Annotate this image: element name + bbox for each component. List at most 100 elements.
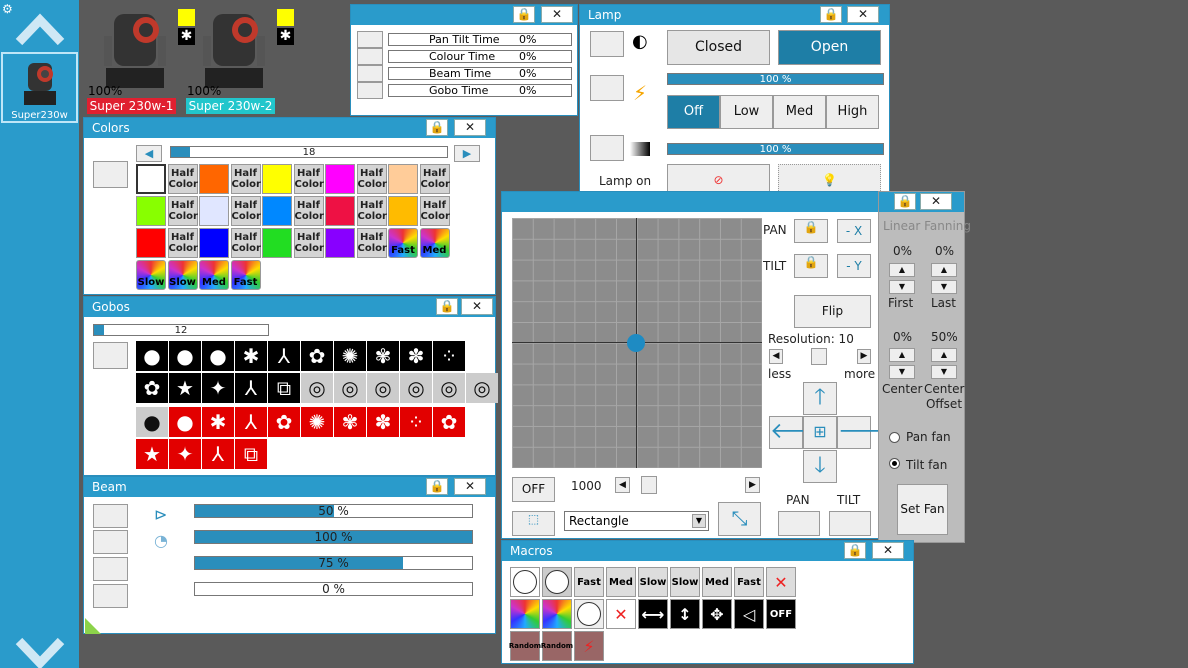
- direction-button[interactable]: ⤡: [718, 502, 761, 536]
- tilt-input[interactable]: [829, 511, 871, 536]
- time-row[interactable]: Beam Time 0%: [388, 67, 572, 80]
- pan-lock-button[interactable]: 🔒: [794, 219, 828, 243]
- gobo-button[interactable]: ✿: [136, 373, 168, 403]
- half-color-button[interactable]: Half Color: [167, 228, 198, 258]
- color-swatch[interactable]: [262, 164, 292, 194]
- color-swatch[interactable]: [199, 196, 229, 226]
- half-color-button[interactable]: Half Color: [167, 196, 198, 226]
- tilt-fan-radio[interactable]: [889, 458, 900, 469]
- macro-button[interactable]: ⟷: [638, 599, 668, 629]
- macro-button[interactable]: Random: [509, 631, 541, 661]
- first-up-button[interactable]: ▲: [889, 263, 915, 277]
- close-button[interactable]: ✕: [872, 542, 904, 559]
- set-fan-button[interactable]: Set Fan: [897, 484, 948, 535]
- time-row[interactable]: Pan Tilt Time 0%: [388, 33, 572, 46]
- half-color-button[interactable]: Half Color: [293, 228, 324, 258]
- gobo-button[interactable]: ●: [169, 407, 201, 437]
- gobo-button[interactable]: ●: [136, 341, 168, 371]
- macro-button[interactable]: Slow: [638, 567, 668, 597]
- lock-icon[interactable]: 🔒: [436, 298, 458, 315]
- gobo-button[interactable]: ●: [136, 407, 168, 437]
- macro-button[interactable]: [542, 567, 572, 597]
- strobe-button[interactable]: [590, 75, 624, 101]
- gobo-button[interactable]: ✱: [202, 407, 234, 437]
- macro-button[interactable]: Med: [702, 567, 732, 597]
- half-color-button[interactable]: Half Color: [356, 196, 387, 226]
- time-row[interactable]: Gobo Time 0%: [388, 84, 572, 97]
- color-swatch[interactable]: [199, 228, 229, 258]
- macro-button[interactable]: Slow: [670, 567, 700, 597]
- macro-button[interactable]: Fast: [574, 567, 604, 597]
- color-mode-button[interactable]: [93, 161, 128, 188]
- color-swatch[interactable]: [325, 196, 355, 226]
- gobo-button[interactable]: ✱: [235, 341, 267, 371]
- invert-x-button[interactable]: - X: [837, 219, 871, 243]
- macro-button[interactable]: ⚡: [574, 631, 604, 661]
- invert-y-button[interactable]: - Y: [837, 254, 871, 278]
- page-left-arrow[interactable]: ◀: [136, 145, 162, 162]
- last-down-button[interactable]: ▼: [931, 280, 957, 294]
- speed-left-arrow[interactable]: ◀: [615, 477, 630, 493]
- beam-button-3[interactable]: [93, 557, 128, 581]
- macro-button[interactable]: [510, 567, 540, 597]
- close-button[interactable]: ✕: [454, 119, 486, 136]
- gobo-button[interactable]: ◎: [400, 373, 432, 403]
- close-button[interactable]: ✕: [454, 478, 486, 495]
- gobo-button[interactable]: ⁘: [433, 341, 465, 371]
- shape-select[interactable]: Rectangle ▼: [564, 511, 709, 531]
- high-button[interactable]: High: [826, 95, 879, 129]
- gobo-button[interactable]: ✺: [334, 341, 366, 371]
- color-wheel-med-button[interactable]: Med: [419, 228, 450, 258]
- pan-fan-radio[interactable]: [889, 432, 900, 443]
- color-swatch[interactable]: [262, 228, 292, 258]
- lock-icon[interactable]: 🔒: [513, 6, 535, 23]
- center-down-button[interactable]: ▼: [889, 365, 915, 379]
- half-color-button[interactable]: Half Color: [419, 196, 450, 226]
- gobo-button[interactable]: ✿: [301, 341, 333, 371]
- gobo-button[interactable]: ◎: [433, 373, 465, 403]
- arrow-right-button[interactable]: 🡒: [837, 416, 897, 449]
- macro-button[interactable]: Med: [606, 567, 636, 597]
- pan-input[interactable]: [778, 511, 820, 536]
- fixture-tile[interactable]: ✱ 100% Super 230w-2: [186, 6, 294, 114]
- tilt-lock-button[interactable]: 🔒: [794, 254, 828, 278]
- macro-button[interactable]: ↕: [670, 599, 700, 629]
- color-wheel-slow-button[interactable]: Slow: [136, 260, 166, 290]
- color-swatch[interactable]: [325, 228, 355, 258]
- gobo-button[interactable]: ✿: [268, 407, 300, 437]
- page-right-arrow[interactable]: ▶: [454, 145, 480, 162]
- macro-button[interactable]: OFF: [766, 599, 796, 629]
- lock-icon[interactable]: 🔒: [426, 478, 448, 495]
- gobo-button[interactable]: ⁘: [400, 407, 432, 437]
- gobo-button[interactable]: ⧉: [235, 439, 267, 469]
- beam-bar[interactable]: 75 %: [194, 556, 473, 570]
- beam-button-4[interactable]: [93, 584, 128, 608]
- gobo-button[interactable]: ✺: [301, 407, 333, 437]
- macro-button[interactable]: [574, 599, 604, 629]
- time-row[interactable]: Colour Time 0%: [388, 50, 572, 63]
- half-color-button[interactable]: Half Color: [230, 164, 261, 194]
- resolution-slider-thumb[interactable]: [811, 348, 827, 365]
- close-button[interactable]: ✕: [461, 298, 493, 315]
- gobo-button[interactable]: ◎: [367, 373, 399, 403]
- dimmer-bar[interactable]: 100 %: [667, 143, 884, 155]
- center-up-button[interactable]: ▲: [889, 348, 915, 362]
- first-down-button[interactable]: ▼: [889, 280, 915, 294]
- time-button[interactable]: [357, 82, 383, 99]
- beam-bar[interactable]: 100 %: [194, 530, 473, 544]
- half-color-button[interactable]: Half Color: [230, 228, 261, 258]
- last-up-button[interactable]: ▲: [931, 263, 957, 277]
- time-button[interactable]: [357, 48, 383, 65]
- gobo-button[interactable]: ✽: [367, 407, 399, 437]
- macro-button[interactable]: [510, 599, 540, 629]
- scroll-up-icon[interactable]: [15, 8, 65, 48]
- half-color-button[interactable]: Half Color: [419, 164, 450, 194]
- gobo-button[interactable]: ⅄: [268, 341, 300, 371]
- gobo-button[interactable]: ★: [169, 373, 201, 403]
- gobo-button[interactable]: ✽: [400, 341, 432, 371]
- gear-icon[interactable]: ⚙: [2, 2, 13, 16]
- macro-button[interactable]: Random: [541, 631, 573, 661]
- color-swatch[interactable]: [262, 196, 292, 226]
- speed-right-arrow[interactable]: ▶: [745, 477, 760, 493]
- center-button[interactable]: ⊞: [803, 416, 837, 449]
